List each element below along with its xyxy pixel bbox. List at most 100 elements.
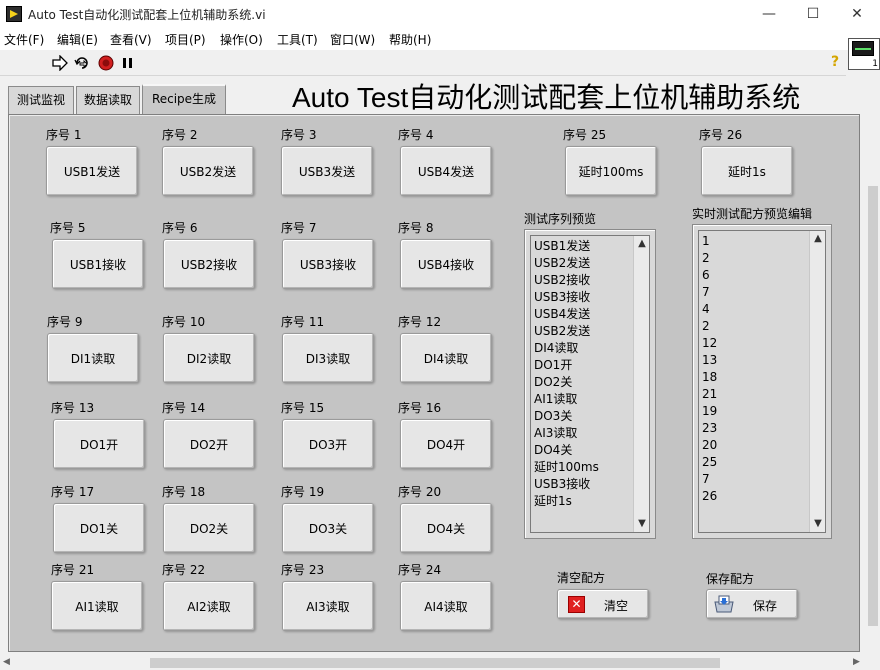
preview-scrollbar[interactable]: ▲ ▼	[633, 236, 649, 532]
preview-list-item[interactable]: USB3接收	[534, 476, 599, 493]
maximize-button[interactable]: ☐	[790, 0, 836, 28]
step-button-21[interactable]: AI1读取	[51, 581, 143, 631]
menu-tools[interactable]: 工具(T)	[277, 31, 318, 48]
step-button-23[interactable]: AI3读取	[282, 581, 374, 631]
horizontal-scrollbar[interactable]: ◀ ▶	[0, 656, 866, 670]
menu-edit[interactable]: 编辑(E)	[57, 31, 98, 48]
tab-recipe-generate[interactable]: Recipe生成	[142, 84, 226, 115]
menu-project[interactable]: 项目(P)	[165, 31, 206, 48]
editor-list-item[interactable]: 7	[702, 471, 717, 488]
step-button-14[interactable]: DO2开	[163, 419, 255, 469]
editor-label: 实时测试配方预览编辑	[692, 207, 813, 221]
run-continuously-icon[interactable]	[74, 55, 90, 71]
preview-list-item[interactable]: USB2发送	[534, 255, 599, 272]
step-button-5[interactable]: USB1接收	[52, 239, 144, 289]
step-button-12[interactable]: DI4读取	[400, 333, 492, 383]
preview-list-item[interactable]: AI3读取	[534, 425, 599, 442]
scroll-right-icon[interactable]: ▶	[853, 657, 860, 667]
step-button-3[interactable]: USB3发送	[281, 146, 373, 196]
editor-list-item[interactable]: 2	[702, 318, 717, 335]
editor-list-item[interactable]: 13	[702, 352, 717, 369]
step-button-20[interactable]: DO4关	[400, 503, 492, 553]
step-button-25[interactable]: 延时100ms	[565, 146, 657, 196]
clear-x-icon: ✕	[568, 596, 585, 613]
pause-icon[interactable]	[120, 55, 136, 71]
editor-list-item[interactable]: 2	[702, 250, 717, 267]
preview-list-item[interactable]: USB2接收	[534, 272, 599, 289]
menu-window[interactable]: 窗口(W)	[330, 31, 375, 48]
editor-list-item[interactable]: 1	[702, 233, 717, 250]
step-button-19[interactable]: DO3关	[282, 503, 374, 553]
horizontal-scroll-thumb[interactable]	[150, 658, 720, 668]
step-label-23: 序号 23	[281, 563, 325, 577]
step-button-10[interactable]: DI2读取	[163, 333, 255, 383]
editor-list-item[interactable]: 18	[702, 369, 717, 386]
run-arrow-icon[interactable]	[52, 55, 68, 71]
step-button-24[interactable]: AI4读取	[400, 581, 492, 631]
editor-list-item[interactable]: 6	[702, 267, 717, 284]
abort-icon[interactable]	[98, 55, 114, 71]
editor-list-item[interactable]: 12	[702, 335, 717, 352]
editor-list-item[interactable]: 19	[702, 403, 717, 420]
scroll-down-icon[interactable]: ▼	[810, 516, 826, 532]
tab-test-monitor[interactable]: 测试监视	[8, 86, 74, 114]
step-button-7[interactable]: USB3接收	[282, 239, 374, 289]
step-button-22[interactable]: AI2读取	[163, 581, 255, 631]
step-button-1[interactable]: USB1发送	[46, 146, 138, 196]
menu-help[interactable]: 帮助(H)	[389, 31, 431, 48]
tab-data-read[interactable]: 数据读取	[76, 86, 140, 114]
preview-list-item[interactable]: AI1读取	[534, 391, 599, 408]
preview-list-item[interactable]: USB2发送	[534, 323, 599, 340]
save-button[interactable]: 保存	[706, 589, 798, 619]
menu-operate[interactable]: 操作(O)	[220, 31, 263, 48]
sequence-preview-listbox[interactable]: USB1发送 USB2发送 USB2接收 USB3接收 USB4发送 USB2发送 DI4读…	[524, 229, 656, 539]
step-label-7: 序号 7	[281, 221, 317, 235]
preview-list-item[interactable]: DO3关	[534, 408, 599, 425]
menu-file[interactable]: 文件(F)	[4, 31, 44, 48]
clear-button[interactable]: ✕ 清空	[557, 589, 649, 619]
step-button-8[interactable]: USB4接收	[400, 239, 492, 289]
editor-list-item[interactable]: 25	[702, 454, 717, 471]
scroll-up-icon[interactable]: ▲	[634, 236, 650, 252]
context-help-icon[interactable]: ?	[828, 54, 842, 70]
page-title: Auto Test自动化测试配套上位机辅助系统	[292, 82, 801, 113]
step-button-17[interactable]: DO1关	[53, 503, 145, 553]
step-label-14: 序号 14	[162, 401, 206, 415]
minimize-button[interactable]: —	[746, 0, 792, 28]
editor-list-item[interactable]: 26	[702, 488, 717, 505]
preview-list-item[interactable]: USB3接收	[534, 289, 599, 306]
close-button[interactable]: ✕	[834, 0, 880, 28]
scroll-down-icon[interactable]: ▼	[634, 516, 650, 532]
step-button-26[interactable]: 延时1s	[701, 146, 793, 196]
preview-list-item[interactable]: 延时1s	[534, 493, 599, 510]
preview-list-item[interactable]: DO1开	[534, 357, 599, 374]
step-button-16[interactable]: DO4开	[400, 419, 492, 469]
editor-list-item[interactable]: 20	[702, 437, 717, 454]
menu-view[interactable]: 查看(V)	[110, 31, 152, 48]
preview-list-item[interactable]: 延时100ms	[534, 459, 599, 476]
scroll-left-icon[interactable]: ◀	[3, 657, 10, 667]
step-button-9[interactable]: DI1读取	[47, 333, 139, 383]
editor-scrollbar[interactable]: ▲ ▼	[809, 231, 825, 532]
step-button-2[interactable]: USB2发送	[162, 146, 254, 196]
step-button-6[interactable]: USB2接收	[163, 239, 255, 289]
preview-list-item[interactable]: USB1发送	[534, 238, 599, 255]
editor-list-item[interactable]: 7	[702, 284, 717, 301]
step-button-11[interactable]: DI3读取	[282, 333, 374, 383]
step-button-4[interactable]: USB4发送	[400, 146, 492, 196]
editor-list-item[interactable]: 23	[702, 420, 717, 437]
editor-list-item[interactable]: 4	[702, 301, 717, 318]
preview-list-item[interactable]: USB4发送	[534, 306, 599, 323]
step-label-11: 序号 11	[281, 315, 325, 329]
preview-list-item[interactable]: DI4读取	[534, 340, 599, 357]
vertical-scroll-thumb[interactable]	[868, 186, 878, 626]
step-button-13[interactable]: DO1开	[53, 419, 145, 469]
preview-list-item[interactable]: DO4关	[534, 442, 599, 459]
scroll-up-icon[interactable]: ▲	[810, 231, 826, 247]
editor-list-item[interactable]: 21	[702, 386, 717, 403]
vertical-scrollbar[interactable]	[866, 76, 880, 656]
step-button-15[interactable]: DO3开	[282, 419, 374, 469]
recipe-editor-listbox[interactable]: 1 2 6 7 4 2 12 13 18 21 19 23 20 25 7 26 ▲ ▼	[692, 224, 832, 539]
preview-list-item[interactable]: DO2关	[534, 374, 599, 391]
step-button-18[interactable]: DO2关	[163, 503, 255, 553]
